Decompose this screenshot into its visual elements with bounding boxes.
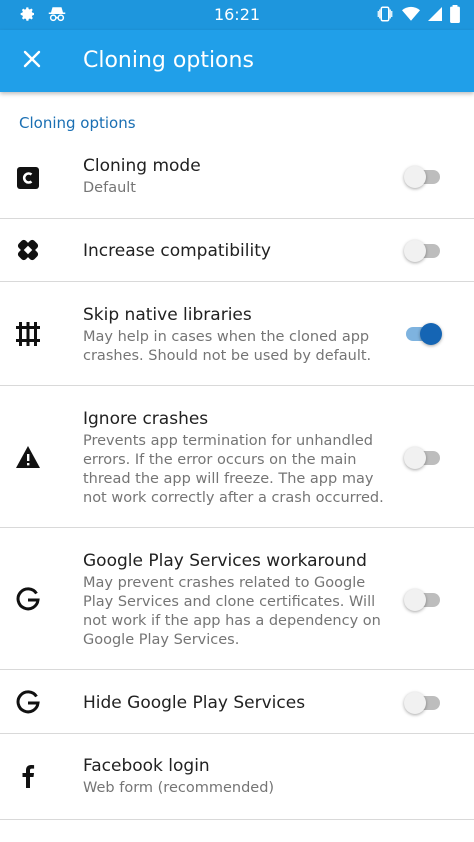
- setting-description: May help in cases when the cloned app cr…: [83, 329, 372, 364]
- setting-title: Facebook login: [83, 756, 210, 776]
- setting-increase-compatibility[interactable]: Increase compatibility: [0, 219, 474, 282]
- increase-compatibility-toggle[interactable]: [404, 238, 442, 264]
- page-title: Cloning options: [83, 48, 254, 73]
- setting-value: Web form (recommended): [83, 780, 275, 796]
- setting-title: Cloning mode: [83, 156, 201, 176]
- setting-skip-native-libraries[interactable]: Skip native libraries May help in cases …: [0, 282, 474, 386]
- google-icon: [14, 688, 42, 716]
- wifi-icon: [402, 6, 420, 27]
- setting-title: Google Play Services workaround: [83, 551, 367, 571]
- setting-value: Default: [83, 180, 136, 196]
- setting-facebook-login[interactable]: Facebook login Web form (recommended): [0, 734, 474, 820]
- native-libraries-icon: [14, 320, 42, 348]
- app-bar: Cloning options: [0, 30, 474, 92]
- hide-google-play-services-toggle[interactable]: [404, 690, 442, 716]
- section-header: Cloning options: [19, 114, 136, 132]
- facebook-icon: [14, 762, 42, 790]
- vibrate-icon: [376, 5, 394, 28]
- bandage-icon: [14, 236, 42, 264]
- cloning-mode-toggle[interactable]: [404, 164, 442, 190]
- setting-ignore-crashes[interactable]: Ignore crashes Prevents app termination …: [0, 386, 474, 528]
- ignore-crashes-toggle[interactable]: [404, 445, 442, 471]
- setting-google-play-services-workaround[interactable]: Google Play Services workaround May prev…: [0, 528, 474, 670]
- close-button[interactable]: [14, 43, 50, 79]
- warning-icon: [14, 443, 42, 471]
- google-play-services-workaround-toggle[interactable]: [404, 587, 442, 613]
- setting-description: May prevent crashes related to Google Pl…: [83, 575, 381, 648]
- setting-hide-google-play-services[interactable]: Hide Google Play Services: [0, 670, 474, 734]
- cloning-mode-icon: [14, 164, 42, 192]
- battery-icon: [450, 5, 460, 28]
- skip-native-libraries-toggle[interactable]: [404, 321, 442, 347]
- setting-title: Increase compatibility: [83, 241, 271, 261]
- setting-title: Skip native libraries: [83, 305, 252, 325]
- signal-icon: [428, 6, 442, 27]
- setting-description: Prevents app termination for unhandled e…: [83, 433, 384, 506]
- close-icon: [22, 49, 42, 74]
- status-bar: 16:21: [0, 0, 474, 30]
- setting-cloning-mode[interactable]: Cloning mode Default: [0, 142, 474, 219]
- setting-title: Hide Google Play Services: [83, 693, 306, 713]
- setting-title: Ignore crashes: [83, 409, 209, 429]
- google-icon: [14, 585, 42, 613]
